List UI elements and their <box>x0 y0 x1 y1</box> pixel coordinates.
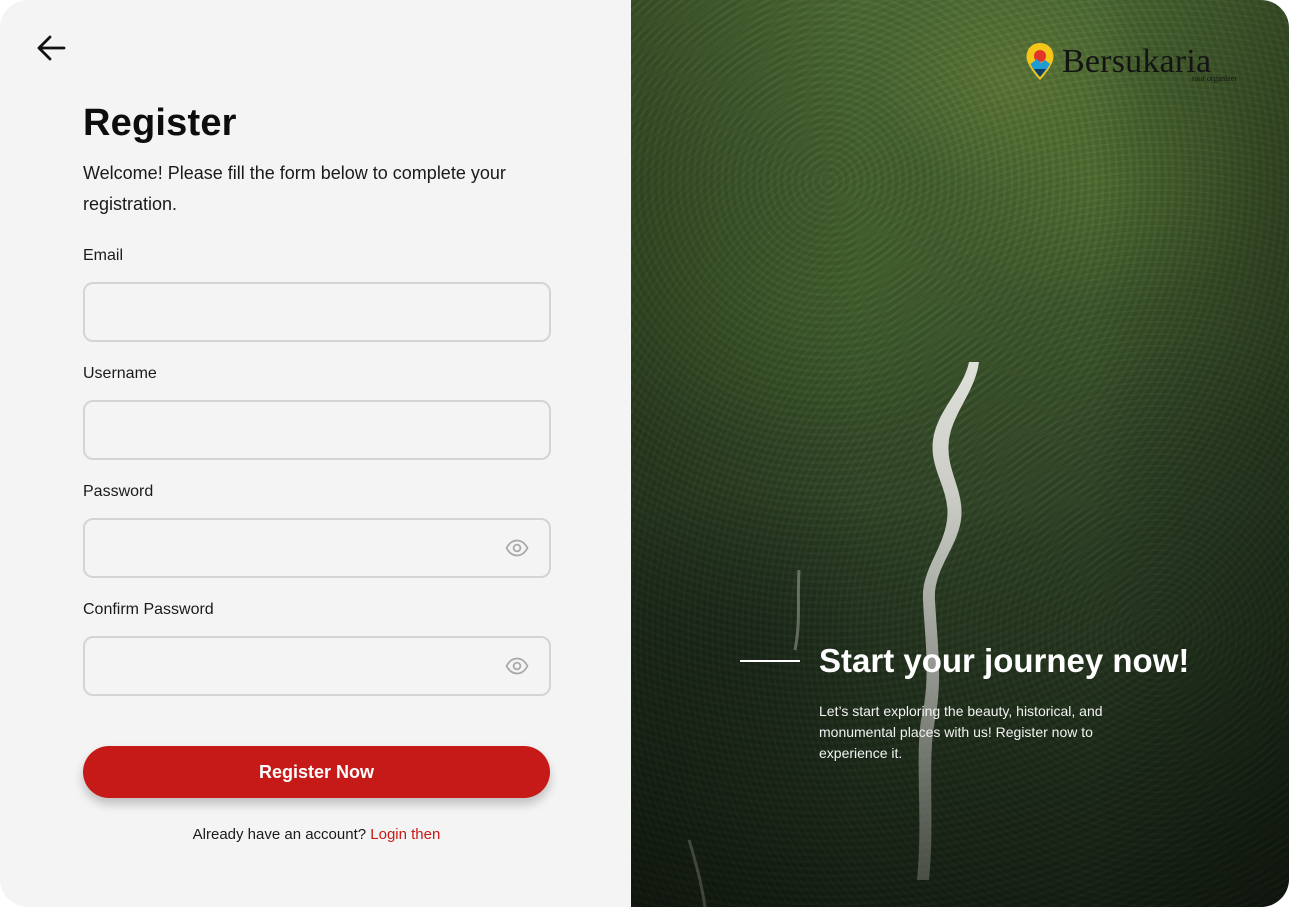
username-input[interactable] <box>85 402 549 458</box>
password-group: Password <box>83 482 551 578</box>
confirm-password-group: Confirm Password <box>83 600 551 696</box>
hero-title: Start your journey now! <box>819 642 1190 679</box>
login-prompt-line: Already have an account? Login then <box>83 826 550 843</box>
register-screen: Register Welcome! Please fill the form b… <box>0 0 1289 907</box>
hero-vignette <box>631 0 1289 907</box>
password-field-box <box>83 518 551 578</box>
foliage-texture <box>631 0 1289 907</box>
brand-name: Bersukaria <box>1062 43 1212 80</box>
password-label: Password <box>83 483 154 500</box>
arrow-left-icon <box>37 35 66 61</box>
login-link[interactable]: Login then <box>370 826 440 843</box>
page-subtitle: Welcome! Please fill the form below to c… <box>83 163 506 214</box>
username-group: Username <box>83 364 551 460</box>
eye-icon <box>505 657 529 675</box>
username-field-box <box>83 400 551 460</box>
form-header: Register Welcome! Please fill the form b… <box>83 100 551 220</box>
password-visibility-toggle[interactable] <box>505 538 529 558</box>
back-button[interactable] <box>34 32 68 64</box>
confirm-password-visibility-toggle[interactable] <box>505 656 529 676</box>
register-form-panel: Register Welcome! Please fill the form b… <box>0 0 631 907</box>
email-input[interactable] <box>85 284 549 340</box>
eye-icon <box>505 539 529 557</box>
brand-logo: Bersukaria tour organizer <box>1025 42 1239 86</box>
email-field-box <box>83 282 551 342</box>
page-title: Register <box>83 102 237 144</box>
waterfall-illustration <box>687 362 979 907</box>
hero-description: Let’s start exploring the beauty, histor… <box>819 703 1103 761</box>
email-group: Email <box>83 246 551 342</box>
hero-image-panel: Bersukaria tour organizer Start your jou… <box>631 0 1289 907</box>
email-label: Email <box>83 247 124 264</box>
map-pin-icon <box>1026 43 1054 80</box>
confirm-password-label: Confirm Password <box>83 601 214 618</box>
register-now-button[interactable]: Register Now <box>83 746 550 798</box>
password-input[interactable] <box>85 520 549 576</box>
hero-divider <box>740 660 800 662</box>
confirm-password-field-box <box>83 636 551 696</box>
brand-tagline: tour organizer <box>1192 74 1237 83</box>
confirm-password-input[interactable] <box>85 638 549 694</box>
login-prompt-text: Already have an account? <box>192 826 367 843</box>
username-label: Username <box>83 365 157 382</box>
